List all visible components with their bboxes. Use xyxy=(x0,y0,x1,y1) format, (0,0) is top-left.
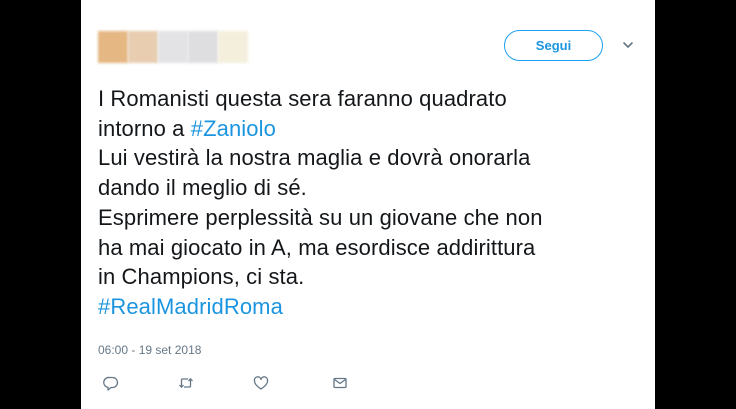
direct-message-icon[interactable] xyxy=(330,373,350,393)
follow-button[interactable]: Segui xyxy=(504,30,603,61)
blur-block xyxy=(218,31,248,63)
tweet-line: ha mai giocato in A, ma esordisce addiri… xyxy=(98,234,536,260)
reply-icon[interactable] xyxy=(101,373,121,393)
tweet-text: I Romanisti questa sera faranno quadrato… xyxy=(98,84,643,322)
tweet-card: Segui I Romanisti questa sera faranno qu… xyxy=(81,0,655,409)
tweet-line: I Romanisti questa sera faranno quadrato xyxy=(98,86,507,111)
tweet-line: Esprimere perplessità su un giovane che … xyxy=(98,204,543,230)
blur-block xyxy=(128,31,158,63)
retweet-icon[interactable] xyxy=(176,373,196,393)
tweet-line: intorno a #Zaniolo xyxy=(98,115,276,141)
tweet-line: dando il meglio di sé. xyxy=(98,175,307,201)
hashtag-link[interactable]: #Zaniolo xyxy=(191,116,276,141)
tweet-line: #RealMadridRoma xyxy=(98,292,643,322)
blur-block xyxy=(158,31,188,63)
hashtag-link[interactable]: #RealMadridRoma xyxy=(98,294,283,319)
tweet-line: in Champions, ci sta. xyxy=(98,264,305,290)
chevron-down-icon[interactable] xyxy=(621,38,635,52)
tweet-timestamp[interactable]: 06:00 - 19 set 2018 xyxy=(98,343,201,357)
blur-block xyxy=(98,31,128,63)
like-icon[interactable] xyxy=(251,373,271,393)
tweet-line: Lui vestirà la nostra maglia e dovrà ono… xyxy=(98,145,531,171)
tweet-actions xyxy=(101,373,401,393)
blur-block xyxy=(188,31,218,63)
author-blurred xyxy=(98,31,248,63)
